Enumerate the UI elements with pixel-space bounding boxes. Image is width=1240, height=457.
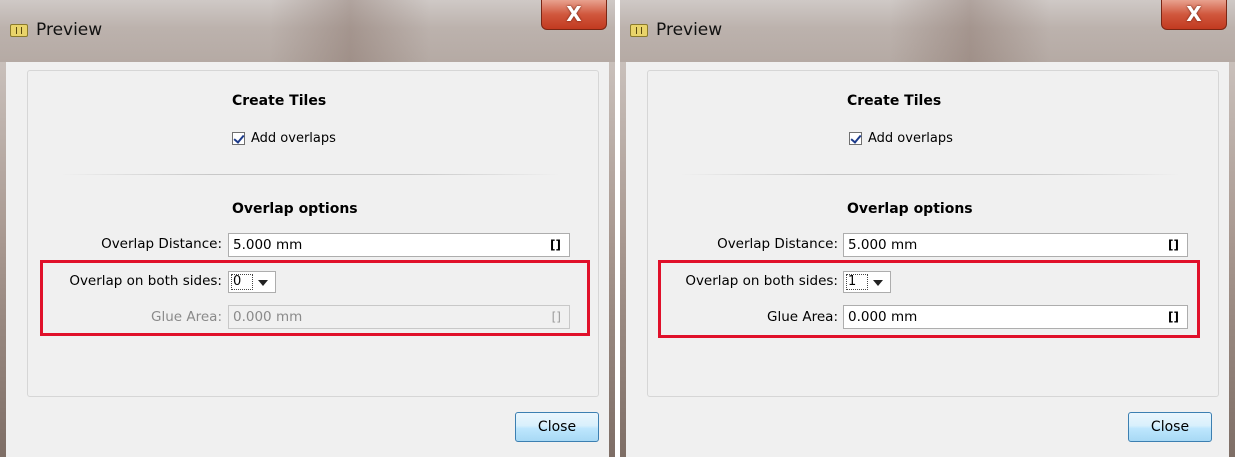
unit-icon[interactable]: [] <box>550 234 561 256</box>
overlap-distance-value: 5.000 mm <box>233 237 303 253</box>
divider <box>680 174 1180 175</box>
app-icon <box>630 24 648 37</box>
add-overlaps-checkbox[interactable] <box>232 132 245 145</box>
title-bar: Preview X <box>620 0 1235 62</box>
section-title-create-tiles: Create Tiles <box>232 93 327 109</box>
section-title-create-tiles: Create Tiles <box>847 93 942 109</box>
unit-icon[interactable]: [] <box>1168 234 1179 256</box>
close-button[interactable]: Close <box>1128 412 1212 442</box>
title-bar: Preview X <box>0 0 615 62</box>
add-overlaps-row[interactable]: Add overlaps <box>849 131 953 146</box>
overlap-distance-label: Overlap Distance: <box>717 236 838 252</box>
close-button[interactable]: Close <box>515 412 599 442</box>
divider <box>60 174 560 175</box>
add-overlaps-label: Add overlaps <box>251 131 336 146</box>
add-overlaps-checkbox[interactable] <box>849 132 862 145</box>
preview-window-left: Preview X Create Tiles Add overlaps Over… <box>0 0 615 457</box>
preview-window-right: Preview X Create Tiles Add overlaps Over… <box>620 0 1235 457</box>
overlap-distance-field[interactable]: 5.000 mm [] <box>228 233 570 257</box>
window-title: Preview <box>656 20 723 40</box>
add-overlaps-row[interactable]: Add overlaps <box>232 131 336 146</box>
section-title-overlap-options: Overlap options <box>847 201 973 217</box>
window-close-button[interactable]: X <box>1161 0 1227 30</box>
overlap-distance-value: 5.000 mm <box>848 237 918 253</box>
add-overlaps-label: Add overlaps <box>868 131 953 146</box>
highlight-box <box>40 260 590 336</box>
window-title: Preview <box>36 20 103 40</box>
app-icon <box>10 24 28 37</box>
overlap-distance-field[interactable]: 5.000 mm [] <box>843 233 1188 257</box>
overlap-distance-label: Overlap Distance: <box>101 236 222 252</box>
section-title-overlap-options: Overlap options <box>232 201 358 217</box>
highlight-box <box>658 260 1200 338</box>
window-close-button[interactable]: X <box>541 0 607 30</box>
